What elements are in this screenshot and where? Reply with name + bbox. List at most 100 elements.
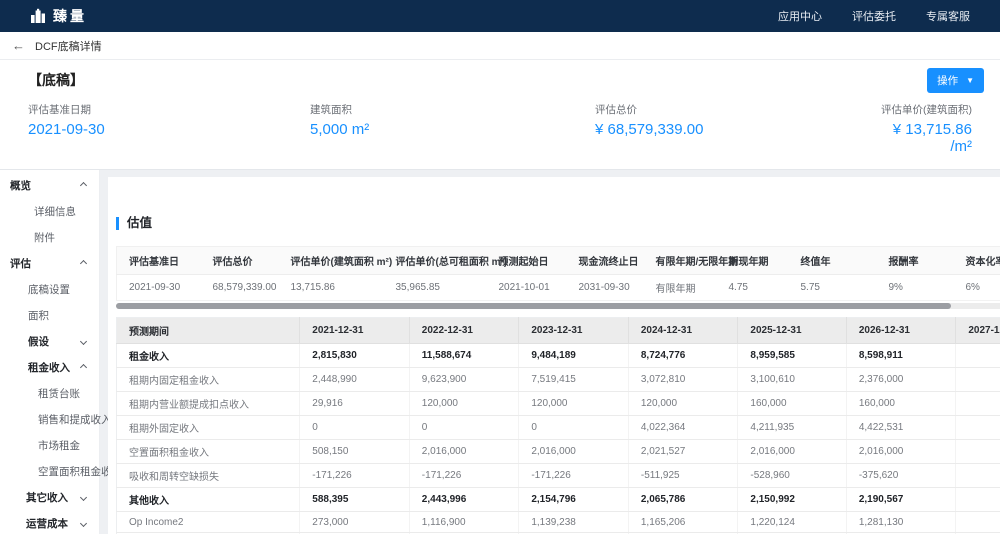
sidebar-item-label: 概览 bbox=[10, 178, 31, 193]
forecast-cell: 120,000 bbox=[409, 392, 519, 416]
forecast-cell: 160,000 bbox=[846, 392, 956, 416]
forecast-cell: 8,724,776 bbox=[628, 344, 738, 368]
forecast-row: 租金收入2,815,83011,588,6749,484,1898,724,77… bbox=[117, 344, 1000, 368]
sidebar-item-label: 评估 bbox=[10, 256, 31, 271]
forecast-cell: 2,376,000 bbox=[846, 368, 956, 392]
period-header: 2025-12-31 bbox=[738, 318, 846, 344]
forecast-cell: 3,100,610 bbox=[738, 368, 846, 392]
forecast-cell: 4,022,364 bbox=[628, 416, 738, 440]
summary-stat-2: 建筑面积5,000 m² bbox=[310, 102, 595, 155]
chevron-down-icon: ▼ bbox=[966, 76, 974, 85]
draft-title: 【底稿】 bbox=[28, 70, 972, 90]
forecast-cell: -171,226 bbox=[300, 464, 410, 488]
back-arrow-icon[interactable]: ← bbox=[12, 38, 25, 53]
forecast-cell bbox=[956, 440, 1000, 464]
forecast-row-label: 空置面积租金收入 bbox=[117, 440, 300, 464]
sidebar-item-label: 市场租金 bbox=[38, 438, 80, 453]
forecast-cell: 4,422,531 bbox=[846, 416, 956, 440]
action-button-label: 操作 bbox=[937, 73, 958, 88]
sidebar-item[interactable]: 空置面积租金收入 bbox=[0, 458, 99, 484]
forecast-cell: -511,925 bbox=[628, 464, 738, 488]
valuation-summary-table: 评估基准日评估总价评估单价(建筑面积 m²)评估单价(总可租面积 m²)预测起始… bbox=[116, 246, 1000, 301]
forecast-cell bbox=[956, 392, 1000, 416]
forecast-cell: 2,150,992 bbox=[738, 488, 846, 512]
forecast-header-label: 预测期间 bbox=[117, 318, 300, 344]
sidebar-item[interactable]: 附件 bbox=[0, 224, 99, 250]
stat-label: 建筑面积 bbox=[310, 102, 595, 117]
forecast-cell: 7,519,415 bbox=[519, 368, 629, 392]
forecast-cell: -171,226 bbox=[519, 464, 629, 488]
summary-col-header: 评估基准日 bbox=[117, 247, 201, 275]
nav-item-1[interactable]: 应用中心 bbox=[778, 8, 822, 24]
period-header: 2021-12-31 bbox=[300, 318, 410, 344]
brand[interactable]: 臻量 bbox=[30, 6, 87, 26]
sidebar-item[interactable]: 其它收入 bbox=[0, 484, 99, 510]
summary-stat-1: 评估基准日期2021-09-30 bbox=[28, 102, 310, 155]
forecast-row: 空置面积租金收入508,1502,016,0002,016,0002,021,5… bbox=[117, 440, 1000, 464]
forecast-cell: 8,598,911 bbox=[846, 344, 956, 368]
summary-stats: 评估基准日期2021-09-30建筑面积5,000 m²评估总价¥ 68,579… bbox=[28, 102, 972, 155]
forecast-table-header-row: 预测期间2021-12-312022-12-312023-12-312024-1… bbox=[117, 318, 1000, 344]
sidebar-item[interactable]: 评估 bbox=[0, 250, 99, 276]
forecast-cell: 1,139,238 bbox=[519, 512, 629, 533]
valuation-panel: 估值 导出 评估基准日评估总价评估单价(建筑面积 m²)评估单价(总可租面积 m… bbox=[108, 177, 1000, 534]
sidebar-item[interactable]: 租赁台账 bbox=[0, 380, 99, 406]
top-navbar: 臻量 应用中心 评估委托 专属客服 bbox=[0, 0, 1000, 32]
forecast-cell: 2,443,996 bbox=[409, 488, 519, 512]
forecast-row-label: 租期内营业额提成扣点收入 bbox=[117, 392, 300, 416]
forecast-row-label: 租金收入 bbox=[117, 344, 300, 368]
period-header: 2023-12-31 bbox=[519, 318, 629, 344]
sidebar-item-label: 详细信息 bbox=[34, 204, 76, 219]
action-button[interactable]: 操作 ▼ bbox=[927, 68, 984, 93]
forecast-table: 预测期间2021-12-312022-12-312023-12-312024-1… bbox=[116, 317, 1000, 534]
summary-col-header: 评估单价(建筑面积 m²) bbox=[279, 247, 384, 275]
forecast-row-label: Op Income2 bbox=[117, 512, 300, 533]
sidebar-item-label: 销售和提成收入 bbox=[38, 412, 112, 427]
period-header: 2024-12-31 bbox=[628, 318, 738, 344]
forecast-cell: 2,021,527 bbox=[628, 440, 738, 464]
sidebar-item[interactable]: 运营成本 bbox=[0, 510, 99, 534]
period-header: 2022-12-31 bbox=[409, 318, 519, 344]
chevron-up-icon bbox=[80, 259, 87, 266]
sidebar-item[interactable]: 市场租金 bbox=[0, 432, 99, 458]
forecast-cell: 11,588,674 bbox=[409, 344, 519, 368]
sidebar-item[interactable]: 销售和提成收入 bbox=[0, 406, 99, 432]
summary-col-header: 评估单价(总可租面积 m²) bbox=[384, 247, 487, 275]
nav-item-3[interactable]: 专属客服 bbox=[926, 8, 970, 24]
scrollbar-thumb[interactable] bbox=[116, 303, 951, 309]
sidebar-item-label: 假设 bbox=[28, 334, 49, 349]
forecast-cell: 0 bbox=[300, 416, 410, 440]
sidebar-item[interactable]: 面积 bbox=[0, 302, 99, 328]
breadcrumb: ← DCF底稿详情 bbox=[0, 32, 1000, 60]
forecast-cell: 120,000 bbox=[628, 392, 738, 416]
chevron-up-icon bbox=[80, 181, 87, 188]
forecast-cell bbox=[956, 512, 1000, 533]
sidebar-item-label: 租赁台账 bbox=[38, 386, 80, 401]
sidebar-item-label: 其它收入 bbox=[26, 490, 68, 505]
forecast-row: 吸收和周转空缺损失-171,226-171,226-171,226-511,92… bbox=[117, 464, 1000, 488]
section-title: 估值 bbox=[116, 217, 152, 230]
summary-cell: 5.75 bbox=[789, 275, 877, 301]
sidebar-item[interactable]: 底稿设置 bbox=[0, 276, 99, 302]
sidebar-item-label: 底稿设置 bbox=[28, 282, 70, 297]
summary-cell: 13,715.86 bbox=[279, 275, 384, 301]
sidebar-item[interactable]: 详细信息 bbox=[0, 198, 99, 224]
horizontal-scrollbar bbox=[116, 303, 1000, 309]
sidebar-item[interactable]: 假设 bbox=[0, 328, 99, 354]
summary-cell: 2021-09-30 bbox=[117, 275, 201, 301]
forecast-cell: 2,016,000 bbox=[409, 440, 519, 464]
stat-value: ¥ 13,715.86 /m² bbox=[878, 121, 972, 155]
summary-col-header: 终值年 bbox=[789, 247, 877, 275]
brand-name: 臻量 bbox=[53, 6, 87, 26]
nav-item-2[interactable]: 评估委托 bbox=[852, 8, 896, 24]
sidebar-item[interactable]: 概览 bbox=[0, 172, 99, 198]
forecast-cell: 508,150 bbox=[300, 440, 410, 464]
forecast-cell: -528,960 bbox=[738, 464, 846, 488]
forecast-cell bbox=[956, 464, 1000, 488]
summary-stat-3: 评估总价¥ 68,579,339.00 bbox=[595, 102, 878, 155]
forecast-cell: 588,395 bbox=[300, 488, 410, 512]
forecast-cell: 2,154,796 bbox=[519, 488, 629, 512]
sidebar-item[interactable]: 租金收入 bbox=[0, 354, 99, 380]
forecast-row: 租期内固定租金收入2,448,9909,623,9007,519,4153,07… bbox=[117, 368, 1000, 392]
summary-table-data-row: 2021-09-3068,579,339.0013,715.8635,965.8… bbox=[117, 275, 1000, 301]
